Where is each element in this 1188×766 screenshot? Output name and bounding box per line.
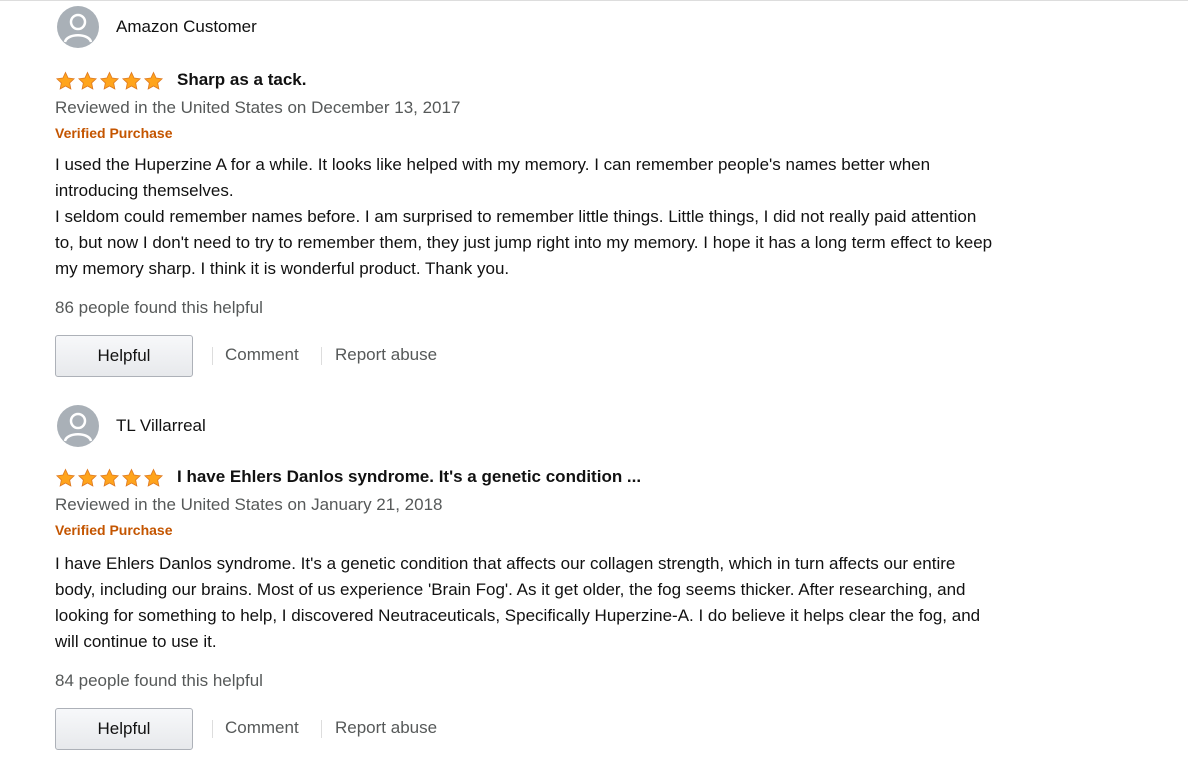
review-date: Reviewed in the United States on January…: [55, 495, 443, 514]
helpful-count: 86 people found this helpful: [55, 298, 263, 317]
avatar-icon: [57, 405, 99, 447]
star-icon: [55, 468, 76, 487]
star-icon: [143, 468, 164, 487]
review-card: TL Villarreal I have Ehlers Danlos syndr…: [55, 405, 995, 752]
star-icon: [121, 468, 142, 487]
helpful-button[interactable]: Helpful: [55, 335, 193, 377]
helpful-count: 84 people found this helpful: [55, 671, 263, 690]
star-rating[interactable]: [55, 71, 164, 91]
review-paragraph: I seldom could remember names before. I …: [55, 207, 993, 278]
review-paragraph: I have Ehlers Danlos syndrome. It's a ge…: [55, 554, 981, 651]
review-actions: Helpful Comment Report abuse: [55, 708, 995, 752]
report-abuse-link[interactable]: Report abuse: [335, 345, 437, 365]
helpful-button[interactable]: Helpful: [55, 708, 193, 750]
review-title[interactable]: Sharp as a tack.: [177, 70, 306, 90]
review-card: Amazon Customer Sharp as a tack. Reviewe…: [55, 6, 995, 379]
reviewer-name[interactable]: TL Villarreal: [116, 416, 206, 436]
reviewer-profile[interactable]: Amazon Customer: [55, 6, 995, 50]
review-title[interactable]: I have Ehlers Danlos syndrome. It's a ge…: [177, 467, 641, 487]
star-icon: [77, 468, 98, 487]
verified-purchase-badge: Verified Purchase: [55, 125, 173, 141]
review-paragraph: I used the Huperzine A for a while. It l…: [55, 155, 931, 200]
verified-purchase-badge: Verified Purchase: [55, 522, 173, 538]
rating-row: I have Ehlers Danlos syndrome. It's a ge…: [55, 465, 995, 493]
review-date: Reviewed in the United States on Decembe…: [55, 98, 461, 117]
comment-link[interactable]: Comment: [225, 718, 299, 738]
top-divider: [0, 0, 1188, 1]
report-abuse-link[interactable]: Report abuse: [335, 718, 437, 738]
star-icon: [143, 71, 164, 90]
star-icon: [55, 71, 76, 90]
star-icon: [77, 71, 98, 90]
star-icon: [121, 71, 142, 90]
action-divider: [212, 347, 213, 365]
star-icon: [99, 71, 120, 90]
review-actions: Helpful Comment Report abuse: [55, 335, 995, 379]
reviewer-name[interactable]: Amazon Customer: [116, 17, 257, 37]
review-body: I used the Huperzine A for a while. It l…: [55, 152, 995, 282]
star-rating[interactable]: [55, 468, 164, 488]
star-icon: [99, 468, 120, 487]
reviewer-profile[interactable]: TL Villarreal: [55, 405, 995, 449]
review-body: I have Ehlers Danlos syndrome. It's a ge…: [55, 551, 995, 655]
avatar-icon: [57, 6, 99, 48]
comment-link[interactable]: Comment: [225, 345, 299, 365]
rating-row: Sharp as a tack.: [55, 68, 995, 96]
action-divider: [321, 347, 322, 365]
action-divider: [321, 720, 322, 738]
action-divider: [212, 720, 213, 738]
